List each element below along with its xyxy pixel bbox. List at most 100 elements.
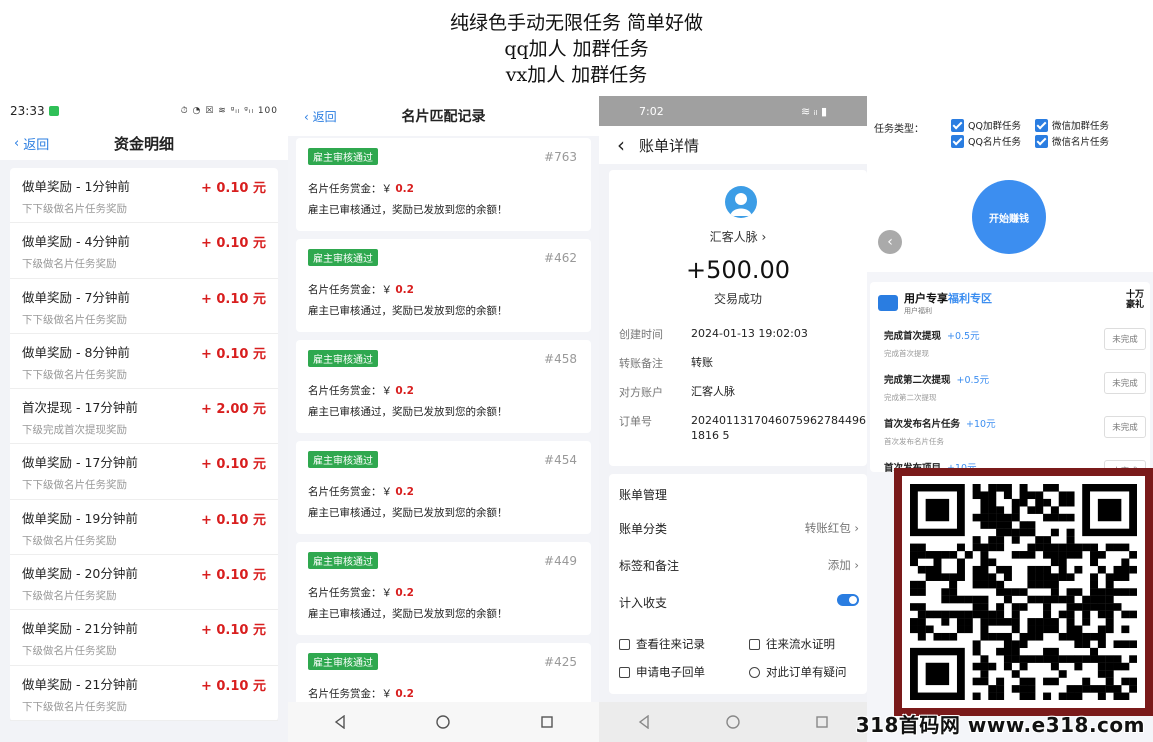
record-card[interactable]: 雇主审核通过 #462 名片任务赏金：￥ 0.2 雇主已审核通过，奖励已发放到您… xyxy=(296,239,591,332)
card-match-screen: ‹ 返回 名片匹配记录 雇主审核通过 #763 名片任务赏金：￥ 0.2 雇主已… xyxy=(288,96,599,742)
welfare-task: 完成首次提现 +0.5元 完成首次提现 未完成 xyxy=(884,328,1146,359)
receipt-link[interactable]: 申请电子回单 xyxy=(619,664,705,680)
field-created: 创建时间 2024-01-13 19:02:03 xyxy=(619,326,867,342)
list-item: 做单奖励 - 1分钟前 下下级做名片任务奖励 + 0.10 元 xyxy=(10,168,278,224)
item-amount: + 0.10 元 xyxy=(200,568,266,584)
task-status-button[interactable]: 未完成 xyxy=(1104,416,1146,438)
zone-subtitle: 用户福利 xyxy=(904,307,932,315)
merchant-name[interactable]: 汇客人脉 › xyxy=(609,228,867,245)
item-subtitle: 下级做名片任务奖励 xyxy=(22,590,117,603)
reward-line: 名片任务赏金：￥ 0.2 xyxy=(308,688,414,700)
status-icons: ≋ ᵢₗ ▮ xyxy=(800,104,827,118)
zone-title: 用户专享福利专区 xyxy=(904,292,992,305)
task-status-button[interactable]: 未完成 xyxy=(1104,328,1146,350)
link-label: 查看往来记录 xyxy=(636,637,705,651)
link-label: 申请电子回单 xyxy=(636,665,705,679)
back-label: 返回 xyxy=(312,110,337,124)
nav-bar: ‹ 返回 名片匹配记录 xyxy=(288,96,599,136)
field-order-id: 订单号 20240113170460759627844961816 5 xyxy=(619,413,867,442)
link-label: 对此订单有疑问 xyxy=(766,665,847,679)
back-button[interactable]: ‹ 返回 xyxy=(304,108,337,125)
income-toggle[interactable] xyxy=(837,594,859,606)
category-value: 转账红包 › xyxy=(804,521,859,535)
bill-amount: +500.00 xyxy=(685,256,791,284)
reward-line: 名片任务赏金：￥ 0.2 xyxy=(308,385,414,397)
record-message: 雇主已审核通过，奖励已发放到您的余额！ xyxy=(308,305,508,317)
item-amount: + 0.10 元 xyxy=(200,291,266,307)
list-item: 做单奖励 - 21分钟前 下级做名片任务奖励 + 0.10 元 xyxy=(10,610,278,666)
field-remark: 转账备注 转账 xyxy=(619,355,867,371)
page-title: 账单详情 xyxy=(639,136,700,155)
nav-bar: ‹ 返回 资金明细 xyxy=(0,126,288,160)
history-link[interactable]: 查看往来记录 xyxy=(619,636,705,652)
list-item: 做单奖励 - 17分钟前 下下级做名片任务奖励 + 0.10 元 xyxy=(10,444,278,500)
status-badge: 雇主审核通过 xyxy=(308,350,378,367)
item-amount: + 2.00 元 xyxy=(200,402,266,418)
welfare-task: 完成第二次提现 +0.5元 完成第二次提现 未完成 xyxy=(884,372,1146,403)
option-qq-card[interactable]: QQ名片任务 xyxy=(951,134,1021,148)
item-amount: + 0.10 元 xyxy=(200,181,266,196)
nav-back-icon[interactable] xyxy=(637,715,651,729)
header-line-3: vx加人 加群任务 xyxy=(505,64,648,86)
list-item: 做单奖励 - 4分钟前 下级做名片任务奖励 + 0.10 元 xyxy=(10,223,278,279)
record-number: #458 xyxy=(544,352,577,366)
bill-detail-screen: 7:02 ≋ ᵢₗ ▮ ‹ 账单详情 汇客人脉 › +500.00 交易成功 创… xyxy=(599,96,867,742)
nav-recents-icon[interactable] xyxy=(815,715,829,729)
record-number: #449 xyxy=(544,554,577,568)
link-label: 往来流水证明 xyxy=(766,637,835,651)
record-card[interactable]: 雇主审核通过 #449 名片任务赏金：￥ 0.2 雇主已审核通过，奖励已发放到您… xyxy=(296,542,591,635)
item-subtitle: 下下级做名片任务奖励 xyxy=(22,203,127,215)
checkbox-checked-icon xyxy=(1035,134,1048,148)
item-amount: + 0.10 元 xyxy=(200,236,266,252)
mail-icon xyxy=(619,666,630,678)
list-item: 做单奖励 - 7分钟前 下下级做名片任务奖励 + 0.10 元 xyxy=(10,279,278,334)
question-link[interactable]: 对此订单有疑问 xyxy=(749,664,847,680)
nav-home-icon[interactable] xyxy=(726,715,740,729)
history-icon xyxy=(619,638,630,650)
system-nav-bar xyxy=(599,702,867,742)
item-amount: + 0.10 元 xyxy=(200,457,266,473)
option-wechat-group[interactable]: 微信加群任务 xyxy=(1035,118,1109,132)
start-earning-button[interactable]: 开始赚钱 xyxy=(972,180,1046,254)
record-card[interactable]: 雇主审核通过 #454 名片任务赏金：￥ 0.2 雇主已审核通过，奖励已发放到您… xyxy=(296,441,591,534)
zone-header: 用户专享福利专区 用户福利 xyxy=(878,290,992,316)
record-message: 雇主已审核通过，奖励已发放到您的余额！ xyxy=(308,507,508,519)
funds-list: 做单奖励 - 1分钟前 下下级做名片任务奖励 + 0.10 元做单奖励 - 4分… xyxy=(10,168,278,721)
task-options: 任务类型： QQ加群任务 微信加群任务 QQ名片任务 微信名片任务 开始赚钱 ‹ xyxy=(867,96,1153,272)
status-badge: 雇主审核通过 xyxy=(308,552,378,569)
status-bar: 7:02 ≋ ᵢₗ ▮ xyxy=(599,96,867,126)
welfare-zone: 用户专享福利专区 用户福利 十万 豪礼 完成首次提现 +0.5元 完成首次提现 未完… xyxy=(870,282,1150,482)
option-qq-group[interactable]: QQ加群任务 xyxy=(951,118,1021,132)
income-row: 计入收支 xyxy=(619,594,859,611)
record-card[interactable]: 雇主审核通过 #458 名片任务赏金：￥ 0.2 雇主已审核通过，奖励已发放到您… xyxy=(296,340,591,433)
status-badge: 雇主审核通过 xyxy=(308,653,378,670)
clock: 23:33 xyxy=(10,104,45,118)
item-amount: + 0.10 元 xyxy=(200,678,266,694)
item-amount: + 0.10 元 xyxy=(200,512,266,528)
nav-home-icon[interactable] xyxy=(436,715,451,729)
match-records: 雇主审核通过 #763 名片任务赏金：￥ 0.2 雇主已审核通过，奖励已发放到您… xyxy=(296,138,591,742)
status-icons: ⏱ ◔ ☒ ≋ ᵍᵢₗ ᵍᵢₗ 100 xyxy=(180,106,278,116)
back-chevron-icon[interactable]: ‹ xyxy=(617,133,625,157)
task-status-button[interactable]: 未完成 xyxy=(1104,372,1146,394)
chevron-left-icon: ‹ xyxy=(14,136,20,151)
nav-back-icon[interactable] xyxy=(333,715,347,729)
list-item: 做单奖励 - 8分钟前 下下级做名片任务奖励 + 0.10 元 xyxy=(10,334,278,390)
qr-code-frame xyxy=(894,468,1153,716)
promo-header: 纯绿色手动无限任务 简单好做 qq加人 加群任务 vx加人 加群任务 xyxy=(0,0,1153,96)
record-number: #425 xyxy=(544,655,577,669)
list-item: 做单奖励 - 19分钟前 下级做名片任务奖励 + 0.10 元 xyxy=(10,500,278,556)
statement-link[interactable]: 往来流水证明 xyxy=(749,636,835,652)
tags-row[interactable]: 标签和备注 添加 › xyxy=(619,557,859,574)
option-wechat-card[interactable]: 微信名片任务 xyxy=(1035,134,1109,148)
tags-label: 标签和备注 xyxy=(619,559,680,573)
nav-recents-icon[interactable] xyxy=(540,715,554,729)
item-subtitle: 下下级做名片任务奖励 xyxy=(22,479,127,492)
record-card[interactable]: 雇主审核通过 #763 名片任务赏金：￥ 0.2 雇主已审核通过，奖励已发放到您… xyxy=(296,138,591,231)
checkbox-checked-icon xyxy=(951,118,964,132)
category-row[interactable]: 账单分类 转账红包 › xyxy=(619,520,859,537)
back-button[interactable]: ‹ 返回 xyxy=(14,134,49,153)
wechat-icon xyxy=(48,106,59,116)
chevron-left-icon[interactable]: ‹ xyxy=(878,230,902,254)
record-message: 雇主已审核通过，奖励已发放到您的余额！ xyxy=(308,406,508,418)
